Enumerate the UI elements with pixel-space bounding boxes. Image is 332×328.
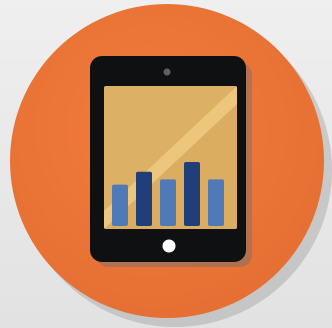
home-button-icon [162,239,176,253]
chart-bar [160,179,176,226]
app-icon-stage [0,0,332,328]
chart-bar [208,179,224,226]
tablet-chart-icon [0,0,332,328]
chart-bar [184,162,200,226]
camera-icon [163,68,171,76]
chart-bar [112,184,128,226]
chart-bar [136,171,152,226]
